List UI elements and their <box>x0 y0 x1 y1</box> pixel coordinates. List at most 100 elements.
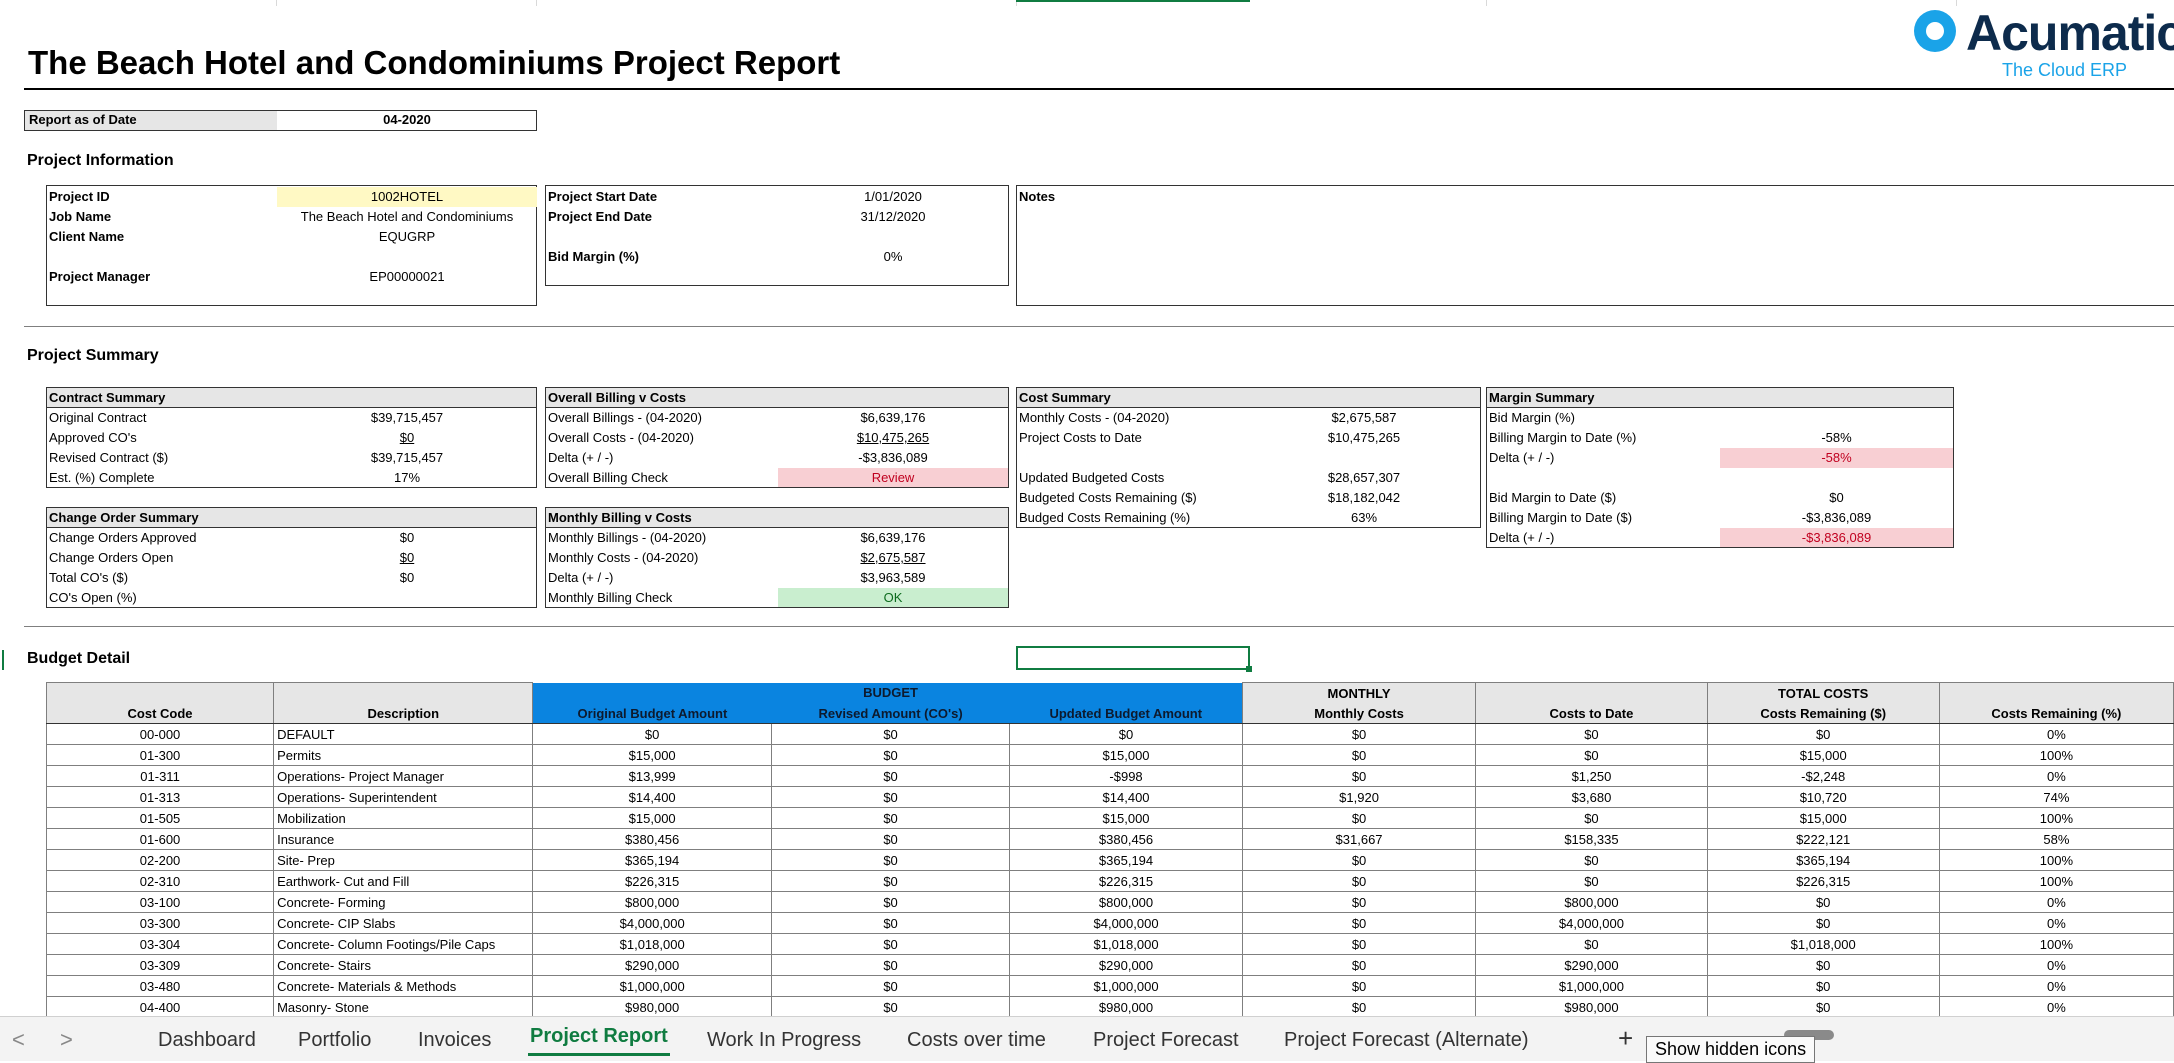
amount-cell[interactable]: 74% <box>1938 786 2174 808</box>
amount-cell[interactable]: $0 <box>1475 744 1708 766</box>
amount-cell[interactable]: $0 <box>1009 723 1243 745</box>
amount-cell[interactable]: $14,400 <box>1009 786 1243 808</box>
amount-cell[interactable]: $0 <box>770 954 1011 976</box>
amount-cell[interactable]: $0 <box>1241 975 1477 997</box>
amount-cell[interactable]: $0 <box>1706 975 1940 997</box>
amount-cell[interactable]: $980,000 <box>1009 996 1243 1018</box>
amount-cell[interactable]: $365,194 <box>1706 849 1940 871</box>
amount-cell[interactable]: $0 <box>1475 849 1708 871</box>
amount-cell[interactable]: $4,000,000 <box>1009 912 1243 934</box>
amount-cell[interactable]: $10,720 <box>1706 786 1940 808</box>
amount-cell[interactable]: $0 <box>1241 723 1477 745</box>
amount-cell[interactable]: $0 <box>1475 807 1708 829</box>
amount-cell[interactable]: $1,000,000 <box>532 975 772 997</box>
cost-code-cell[interactable]: 01-300 <box>45 744 275 766</box>
cost-code-cell[interactable]: 01-600 <box>45 828 275 850</box>
amount-cell[interactable]: $0 <box>1241 954 1477 976</box>
amount-cell[interactable]: $1,018,000 <box>532 933 772 955</box>
amount-cell[interactable]: 58% <box>1938 828 2174 850</box>
amount-cell[interactable]: $980,000 <box>1475 996 1708 1018</box>
amount-cell[interactable]: $0 <box>770 807 1011 829</box>
amount-cell[interactable]: $222,121 <box>1706 828 1940 850</box>
amount-cell[interactable]: $0 <box>770 744 1011 766</box>
add-sheet-icon[interactable]: + <box>1618 1023 1633 1054</box>
amount-cell[interactable]: $0 <box>770 891 1011 913</box>
amount-cell[interactable]: $1,018,000 <box>1009 933 1243 955</box>
amount-cell[interactable]: $1,920 <box>1241 786 1477 808</box>
amount-cell[interactable]: $0 <box>1475 870 1708 892</box>
amount-cell[interactable]: 0% <box>1938 975 2174 997</box>
amount-cell[interactable]: -$2,248 <box>1706 765 1940 787</box>
amount-cell[interactable]: $0 <box>770 849 1011 871</box>
amount-cell[interactable]: $0 <box>770 786 1011 808</box>
amount-cell[interactable]: 0% <box>1938 891 2174 913</box>
amount-cell[interactable]: $365,194 <box>1009 849 1243 871</box>
description-cell[interactable]: Mobilization <box>273 807 534 829</box>
amount-cell[interactable]: $0 <box>1241 765 1477 787</box>
sheet-tab-project-forecast[interactable]: Project Forecast <box>1093 1029 1239 1052</box>
amount-cell[interactable]: $15,000 <box>1706 807 1940 829</box>
description-cell[interactable]: DEFAULT <box>273 723 534 745</box>
description-cell[interactable]: Concrete- Stairs <box>273 954 534 976</box>
sheet-tab-project-forecast-alternate[interactable]: Project Forecast (Alternate) <box>1284 1029 1529 1052</box>
amount-cell[interactable]: $0 <box>1706 723 1940 745</box>
cost-code-cell[interactable]: 01-505 <box>45 807 275 829</box>
sheet-tab-work-in-progress[interactable]: Work In Progress <box>707 1029 861 1052</box>
amount-cell[interactable]: 100% <box>1938 744 2174 766</box>
amount-cell[interactable]: $0 <box>770 996 1011 1018</box>
amount-cell[interactable]: $4,000,000 <box>532 912 772 934</box>
amount-cell[interactable]: $0 <box>1241 996 1477 1018</box>
amount-cell[interactable]: -$998 <box>1009 765 1243 787</box>
amount-cell[interactable]: 100% <box>1938 807 2174 829</box>
amount-cell[interactable]: $226,315 <box>532 870 772 892</box>
description-cell[interactable]: Operations- Superintendent <box>273 786 534 808</box>
description-cell[interactable]: Permits <box>273 744 534 766</box>
description-cell[interactable]: Concrete- Forming <box>273 891 534 913</box>
description-cell[interactable]: Insurance <box>273 828 534 850</box>
next-sheet-arrow-icon[interactable]: > <box>60 1027 73 1053</box>
sheet-tab-portfolio[interactable]: Portfolio <box>298 1029 371 1052</box>
amount-cell[interactable]: $226,315 <box>1009 870 1243 892</box>
cost-code-cell[interactable]: 03-100 <box>45 891 275 913</box>
amount-cell[interactable]: $15,000 <box>532 807 772 829</box>
amount-cell[interactable]: $0 <box>1241 807 1477 829</box>
amount-cell[interactable]: $0 <box>1241 912 1477 934</box>
amount-cell[interactable]: $15,000 <box>1009 744 1243 766</box>
amount-cell[interactable]: $980,000 <box>532 996 772 1018</box>
amount-cell[interactable]: $800,000 <box>532 891 772 913</box>
amount-cell[interactable]: $0 <box>1706 996 1940 1018</box>
amount-cell[interactable]: $1,000,000 <box>1009 975 1243 997</box>
amount-cell[interactable]: $158,335 <box>1475 828 1708 850</box>
amount-cell[interactable]: $0 <box>770 912 1011 934</box>
amount-cell[interactable]: $380,456 <box>1009 828 1243 850</box>
amount-cell[interactable]: $0 <box>1706 891 1940 913</box>
cost-code-cell[interactable]: 03-304 <box>45 933 275 955</box>
report-date-value[interactable]: 04-2020 <box>277 110 537 130</box>
amount-cell[interactable]: 0% <box>1938 996 2174 1018</box>
amount-cell[interactable]: $380,456 <box>532 828 772 850</box>
active-cell-selection[interactable] <box>1016 646 1250 670</box>
description-cell[interactable]: Concrete- Materials & Methods <box>273 975 534 997</box>
description-cell[interactable]: Masonry- Stone <box>273 996 534 1018</box>
amount-cell[interactable]: $290,000 <box>1475 954 1708 976</box>
amount-cell[interactable]: $0 <box>1241 933 1477 955</box>
amount-cell[interactable]: $0 <box>1475 933 1708 955</box>
amount-cell[interactable]: $0 <box>1241 870 1477 892</box>
amount-cell[interactable]: $0 <box>770 975 1011 997</box>
amount-cell[interactable]: $226,315 <box>1706 870 1940 892</box>
amount-cell[interactable]: $3,680 <box>1475 786 1708 808</box>
amount-cell[interactable]: $290,000 <box>532 954 772 976</box>
amount-cell[interactable]: $800,000 <box>1009 891 1243 913</box>
sheet-tab-dashboard[interactable]: Dashboard <box>158 1029 256 1052</box>
amount-cell[interactable]: $0 <box>1475 723 1708 745</box>
prev-sheet-arrow-icon[interactable]: < <box>12 1027 25 1053</box>
notes-box[interactable]: Notes <box>1016 185 2174 306</box>
amount-cell[interactable]: $0 <box>1241 744 1477 766</box>
amount-cell[interactable]: $15,000 <box>532 744 772 766</box>
amount-cell[interactable]: $1,000,000 <box>1475 975 1708 997</box>
amount-cell[interactable]: $0 <box>1241 849 1477 871</box>
description-cell[interactable]: Operations- Project Manager <box>273 765 534 787</box>
cost-code-cell[interactable]: 03-480 <box>45 975 275 997</box>
amount-cell[interactable]: $15,000 <box>1009 807 1243 829</box>
amount-cell[interactable]: $15,000 <box>1706 744 1940 766</box>
